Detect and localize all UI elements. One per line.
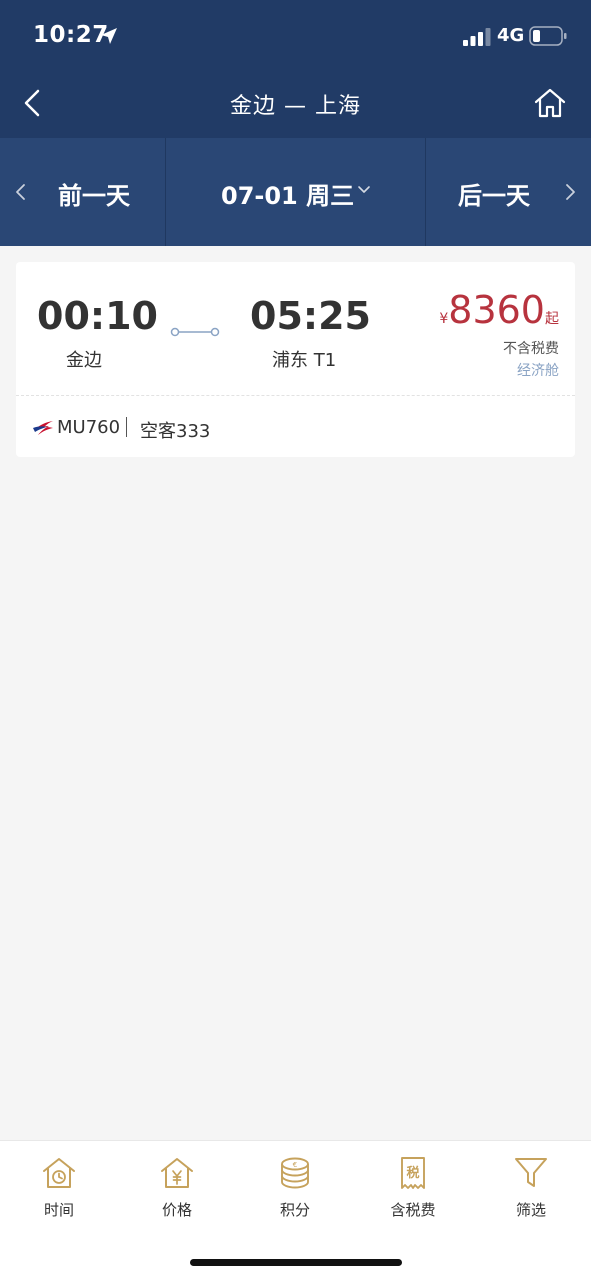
price-suffix: 起 — [545, 311, 559, 327]
tab-filter-label: 筛选 — [515, 1201, 546, 1219]
home-indicator[interactable] — [190, 1259, 402, 1266]
current-date-label: 07-01 周三 — [221, 182, 355, 210]
tax-receipt-icon: 税 — [401, 1157, 425, 1189]
network-type: 4G — [497, 25, 525, 46]
price-currency: ¥ — [439, 311, 449, 327]
tab-filter[interactable]: 筛选 — [472, 1155, 590, 1245]
tab-points-label: 积分 — [279, 1201, 310, 1219]
tax-note: 不含税费 — [503, 341, 559, 357]
tab-price[interactable]: 价格 — [118, 1155, 236, 1245]
flight-number: MU760 — [57, 417, 121, 438]
tab-tax-label: 含税费 — [390, 1201, 436, 1219]
filter-funnel-icon — [515, 1158, 547, 1187]
next-day-label: 后一天 — [458, 182, 530, 210]
tab-time[interactable]: 时间 — [0, 1155, 118, 1245]
price-value: 8360 — [448, 288, 545, 332]
status-bar: 10:27 4G — [0, 0, 591, 70]
page-title: 金边 — 上海 — [230, 94, 361, 119]
yen-house-icon — [161, 1158, 193, 1188]
airline-logo-icon — [33, 421, 53, 435]
aircraft-type: 空客333 — [140, 421, 211, 442]
chevron-down-icon — [358, 186, 370, 193]
tab-price-label: 价格 — [161, 1201, 192, 1219]
price: ¥8360起 — [439, 288, 559, 332]
date-selector: 前一天 07-01 周三 后一天 — [0, 138, 591, 246]
flight-card[interactable]: 00:10 金边 05:25 浦东 T1 ¥8360起 不含税费 经济舱 MU7… — [16, 262, 575, 457]
signal-icon — [463, 28, 491, 46]
tab-points[interactable]: € 积分 — [236, 1155, 354, 1245]
chevron-right-icon — [566, 184, 575, 200]
flight-list-screen: 10:27 4G 金边 — 上海 前一天 07-01 周三 后一天 00:10 … — [0, 0, 591, 1280]
next-day-button[interactable]: 后一天 — [425, 138, 591, 246]
arrival-airport: 浦东 T1 — [272, 350, 337, 371]
tab-tax[interactable]: 税 含税费 — [354, 1155, 472, 1245]
home-icon[interactable] — [533, 86, 567, 120]
current-date-button[interactable]: 07-01 周三 — [166, 138, 425, 246]
prev-day-label: 前一天 — [58, 182, 130, 210]
dashed-divider — [16, 395, 575, 396]
header: 10:27 4G 金边 — 上海 — [0, 0, 591, 138]
clock-house-icon — [43, 1158, 75, 1188]
chevron-left-icon — [16, 184, 25, 200]
prev-day-button[interactable]: 前一天 — [0, 138, 166, 246]
tab-time-label: 时间 — [43, 1201, 74, 1219]
arrival-time: 05:25 — [250, 294, 371, 338]
location-arrow-icon — [101, 28, 117, 44]
coin-stack-icon: € — [281, 1157, 309, 1189]
cabin-class: 经济舱 — [517, 363, 559, 379]
svg-text:€: € — [293, 1161, 297, 1169]
departure-time: 00:10 — [37, 294, 158, 338]
status-time: 10:27 — [33, 22, 109, 48]
separator — [126, 417, 127, 437]
departure-airport: 金边 — [66, 350, 102, 371]
battery-icon — [529, 26, 567, 46]
route-line-icon — [170, 327, 220, 337]
svg-text:税: 税 — [406, 1165, 419, 1181]
